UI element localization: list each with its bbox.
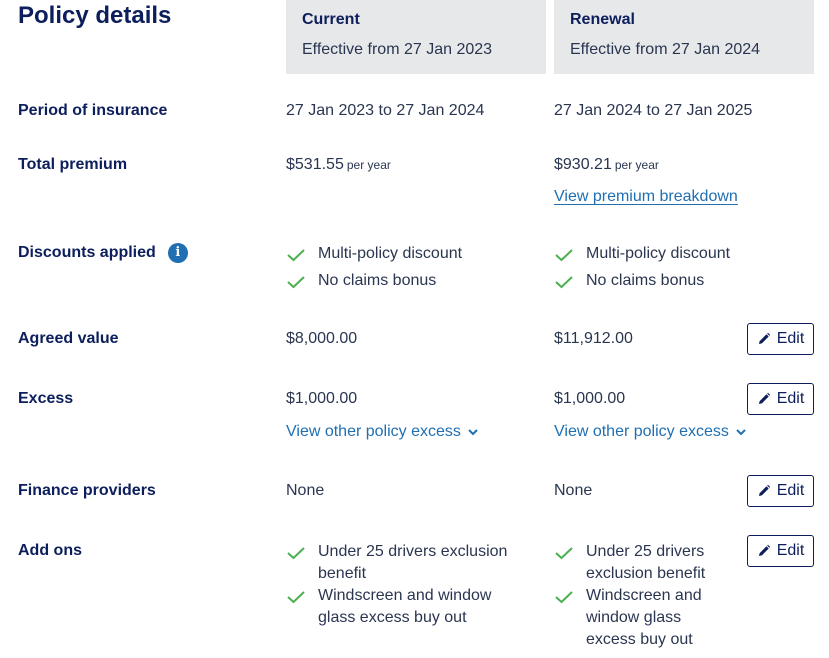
check-icon	[555, 547, 573, 560]
current-effective-date: Effective from 27 Jan 2023	[302, 41, 493, 58]
list-item: Multi-policy discount	[286, 243, 546, 265]
finance-current: None	[286, 482, 325, 499]
agreed-value-renewal: $11,912.00	[554, 330, 633, 347]
pencil-icon	[758, 332, 770, 344]
discount-item-label: Multi-policy discount	[586, 245, 731, 262]
check-icon	[555, 249, 573, 262]
list-item: Under 25 drivers exclusion benefit	[286, 541, 524, 585]
edit-label: Edit	[776, 390, 805, 407]
addons-renewal-list: Under 25 drivers exclusion benefit Winds…	[554, 541, 734, 651]
finance-label: Finance providers	[18, 482, 156, 499]
check-icon	[287, 276, 305, 289]
check-icon	[287, 591, 305, 604]
addon-item-label: Under 25 drivers exclusion benefit	[318, 543, 508, 582]
renewal-heading: Renewal	[570, 11, 635, 28]
chevron-down-icon	[736, 429, 746, 436]
premium-current-amount: $531.55	[286, 156, 344, 173]
check-icon	[287, 249, 305, 262]
period-current: 27 Jan 2023 to 27 Jan 2024	[286, 102, 485, 119]
premium-renewal-amount: $930.21	[554, 156, 612, 173]
page-title: Policy details	[18, 2, 172, 29]
renewal-effective-date: Effective from 27 Jan 2024	[570, 41, 761, 58]
discounts-current-list: Multi-policy discount No claims bonus	[286, 243, 546, 292]
discounts-label-row: Discounts applied i	[18, 243, 188, 263]
chevron-down-icon	[468, 429, 478, 436]
info-icon[interactable]: i	[167, 243, 188, 263]
list-item: Windscreen and window glass excess buy o…	[554, 585, 734, 651]
check-icon	[555, 276, 573, 289]
edit-excess-button[interactable]: Edit	[747, 383, 814, 415]
premium-label: Total premium	[18, 156, 128, 173]
addon-item-label: Windscreen and window glass excess buy o…	[318, 587, 492, 626]
addons-label: Add ons	[18, 542, 82, 559]
premium-renewal: $930.21 per year	[554, 155, 659, 175]
edit-label: Edit	[776, 542, 805, 559]
excess-label: Excess	[18, 390, 74, 407]
discounts-renewal-list: Multi-policy discount No claims bonus	[554, 243, 814, 292]
finance-renewal: None	[554, 482, 593, 499]
edit-finance-button[interactable]: Edit	[747, 475, 814, 507]
edit-addons-button[interactable]: Edit	[747, 535, 814, 567]
premium-current: $531.55 per year	[286, 155, 391, 175]
premium-renewal-per: per year	[614, 158, 659, 172]
agreed-value-label: Agreed value	[18, 330, 119, 347]
check-icon	[555, 591, 573, 604]
addon-item-label: Under 25 drivers exclusion benefit	[586, 543, 706, 582]
list-item: No claims bonus	[286, 270, 546, 292]
renewal-column-header: Renewal Effective from 27 Jan 2024	[554, 0, 814, 74]
view-other-excess-current-link[interactable]: View other policy excess	[286, 422, 479, 442]
addon-item-label: Windscreen and window glass excess buy o…	[586, 587, 702, 648]
view-other-excess-label: View other policy excess	[286, 423, 461, 440]
view-other-excess-label: View other policy excess	[554, 423, 729, 440]
discount-item-label: Multi-policy discount	[318, 245, 463, 262]
current-column-header: Current Effective from 27 Jan 2023	[286, 0, 546, 74]
pencil-icon	[758, 544, 770, 556]
view-premium-breakdown-link[interactable]: View premium breakdown	[554, 187, 738, 207]
period-renewal: 27 Jan 2024 to 27 Jan 2025	[554, 102, 753, 119]
premium-current-per: per year	[346, 158, 391, 172]
discount-item-label: No claims bonus	[586, 272, 705, 289]
check-icon	[287, 547, 305, 560]
agreed-value-current: $8,000.00	[286, 330, 358, 347]
current-heading: Current	[302, 11, 360, 28]
excess-renewal: $1,000.00	[554, 390, 626, 407]
period-label: Period of insurance	[18, 102, 168, 119]
discounts-label: Discounts applied	[18, 244, 156, 261]
edit-label: Edit	[776, 330, 805, 347]
list-item: Under 25 drivers exclusion benefit	[554, 541, 734, 585]
view-other-excess-renewal-link[interactable]: View other policy excess	[554, 422, 747, 442]
edit-agreed-value-button[interactable]: Edit	[747, 323, 814, 355]
edit-label: Edit	[776, 482, 805, 499]
excess-current: $1,000.00	[286, 390, 358, 407]
pencil-icon	[758, 484, 770, 496]
list-item: Windscreen and window glass excess buy o…	[286, 585, 524, 629]
addons-current-list: Under 25 drivers exclusion benefit Winds…	[286, 541, 524, 629]
list-item: Multi-policy discount	[554, 243, 814, 265]
pencil-icon	[758, 392, 770, 404]
discount-item-label: No claims bonus	[318, 272, 437, 289]
list-item: No claims bonus	[554, 270, 814, 292]
